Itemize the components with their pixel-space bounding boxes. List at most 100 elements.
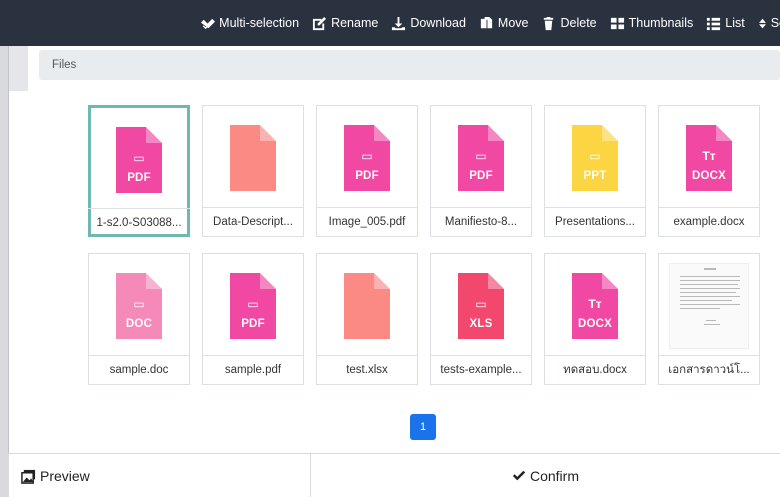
file-thumbnail: ▭ PDF <box>91 108 187 211</box>
rename-button[interactable]: Rename <box>312 16 378 31</box>
preview-label: Preview <box>40 468 90 484</box>
file-type-label: DOCX <box>691 169 727 182</box>
file-glyph: ▭ <box>475 148 487 163</box>
file-thumbnail: Tт DOCX <box>659 106 759 209</box>
file-type-icon <box>230 124 276 191</box>
delete-label: Delete <box>560 16 597 30</box>
thumbnails-button[interactable]: Thumbnails <box>610 16 694 31</box>
download-label: Download <box>410 16 466 30</box>
file-thumbnail: ▭ PDF <box>317 106 417 209</box>
file-tile[interactable]: ▭ PDF Image_005.pdf <box>316 105 418 237</box>
file-type-label: PDF <box>127 171 151 184</box>
file-type-label: DOCX <box>577 317 613 330</box>
file-tile[interactable]: Tт DOCX ทดสอบ.docx <box>544 253 646 385</box>
thumbnails-label: Thumbnails <box>628 16 694 30</box>
list-icon <box>707 17 721 30</box>
confirm-button[interactable]: Confirm <box>311 454 780 497</box>
file-name: example.docx <box>659 207 759 236</box>
file-type-label: PDF <box>469 169 493 182</box>
download-icon <box>392 16 406 30</box>
image-icon <box>21 469 36 484</box>
sort-icon <box>758 18 766 28</box>
file-thumbnail: ▭ PDF <box>431 106 531 209</box>
check-icon <box>201 18 216 29</box>
list-label: List <box>725 16 745 30</box>
file-name: เอกสารดาวน์โ... <box>659 355 759 384</box>
file-type-icon: ▭ PPT <box>572 124 618 191</box>
preview-button[interactable]: Preview <box>9 454 311 497</box>
edit-icon <box>313 16 327 30</box>
file-type-icon: Tт DOCX <box>572 272 618 339</box>
bottom-bar: Preview Confirm <box>9 453 780 497</box>
file-name: sample.doc <box>89 355 189 384</box>
file-name: Presentations... <box>545 207 645 236</box>
check-icon <box>512 470 526 481</box>
delete-button[interactable]: Delete <box>541 16 597 31</box>
file-type-label: PDF <box>241 317 265 330</box>
file-name: test.xlsx <box>317 355 417 384</box>
document-preview-icon <box>669 262 749 349</box>
file-glyph: ▭ <box>361 148 373 163</box>
file-tile[interactable]: Data-Descript... <box>202 105 304 237</box>
page-1-button[interactable]: 1 <box>410 414 436 440</box>
file-glyph: ▭ <box>589 148 601 163</box>
move-button[interactable]: Move <box>479 16 529 31</box>
file-thumbnail: ▭ PPT <box>545 106 645 209</box>
file-type-icon: ▭ XLS <box>458 272 504 339</box>
file-thumbnail: ▭ XLS <box>431 254 531 357</box>
copy-icon <box>480 16 493 28</box>
file-thumbnail <box>203 106 303 209</box>
file-tile[interactable]: test.xlsx <box>316 253 418 385</box>
list-button[interactable]: List <box>706 16 745 31</box>
file-tile[interactable]: ▭ XLS tests-example... <box>430 253 532 385</box>
file-type-icon: ▭ PDF <box>230 272 276 339</box>
file-thumbnail: ▭ DOC <box>89 254 189 357</box>
file-name: sample.pdf <box>203 355 303 384</box>
file-type-label: PDF <box>355 169 379 182</box>
file-glyph: ▭ <box>133 296 145 311</box>
sort-label: So <box>770 16 780 30</box>
file-glyph: ▭ <box>475 296 487 311</box>
file-type-icon: ▭ PDF <box>116 126 162 193</box>
file-name: 1-s2.0-S03088... <box>88 208 190 237</box>
file-thumbnail <box>659 254 759 357</box>
file-type-icon: Tт DOCX <box>686 124 732 191</box>
multi-selection-button[interactable]: Multi-selection <box>200 16 299 31</box>
download-button[interactable]: Download <box>391 16 466 31</box>
file-tile[interactable]: ▭ PDF Manifiesto-8... <box>430 105 532 237</box>
file-tile[interactable]: ▭ PDF 1-s2.0-S03088... <box>88 105 190 237</box>
rename-label: Rename <box>331 16 379 30</box>
move-label: Move <box>497 16 529 30</box>
file-name: Manifiesto-8... <box>431 207 531 236</box>
multi-selection-label: Multi-selection <box>219 16 300 30</box>
file-name: ทดสอบ.docx <box>545 355 645 384</box>
trash-icon <box>544 16 554 30</box>
file-type-label: PPT <box>583 169 607 182</box>
file-thumbnail: Tт DOCX <box>545 254 645 357</box>
toolbar: Multi-selection Rename Download Move Del… <box>0 0 780 46</box>
file-name: Data-Descript... <box>203 207 303 236</box>
file-type-label: XLS <box>469 317 493 330</box>
file-glyph: ▭ <box>247 296 259 311</box>
left-frame-tab <box>9 46 28 91</box>
breadcrumb: Files <box>39 50 780 80</box>
file-glyph: Tт <box>702 148 716 163</box>
file-type-icon: ▭ PDF <box>458 124 504 191</box>
left-frame <box>0 46 9 497</box>
file-type-icon: ▭ DOC <box>116 272 162 339</box>
file-thumbnail: ▭ PDF <box>203 254 303 357</box>
file-type-label: DOC <box>125 317 153 330</box>
file-tile[interactable]: ▭ DOC sample.doc <box>88 253 190 385</box>
left-frame-bottom <box>0 453 9 497</box>
file-tile[interactable]: ▭ PPT Presentations... <box>544 105 646 237</box>
file-name: Image_005.pdf <box>317 207 417 236</box>
file-tile[interactable]: Tт DOCX example.docx <box>658 105 760 237</box>
file-tile[interactable]: เอกสารดาวน์โ... <box>658 253 760 385</box>
grid-icon <box>610 17 624 29</box>
sort-button[interactable]: So <box>757 16 780 31</box>
confirm-label: Confirm <box>529 468 579 484</box>
file-tile[interactable]: ▭ PDF sample.pdf <box>202 253 304 385</box>
file-name: tests-example... <box>431 355 531 384</box>
breadcrumb-files[interactable]: Files <box>52 59 76 71</box>
file-type-icon <box>344 272 390 339</box>
